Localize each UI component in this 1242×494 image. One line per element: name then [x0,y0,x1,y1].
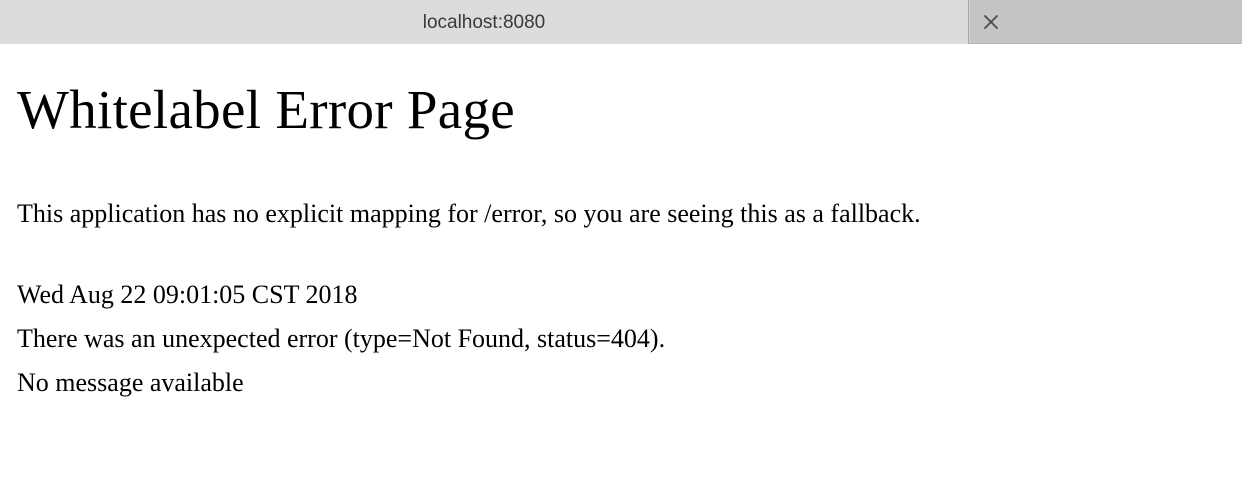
close-tab-button[interactable] [978,9,1004,35]
error-message: No message available [17,368,244,397]
tab-title: localhost:8080 [422,11,546,33]
page-title: Whitelabel Error Page [17,79,516,140]
page-content: Whitelabel Error Page This application h… [0,78,1242,405]
close-icon [984,15,998,29]
browser-tab-bar: localhost:8080 [0,0,1242,44]
tab-bar-empty-area[interactable] [970,0,1242,43]
error-details: Wed Aug 22 09:01:05 CST 2018 There was a… [17,273,1242,405]
browser-tab[interactable]: localhost:8080 [0,0,969,44]
fallback-message: This application has no explicit mapping… [17,199,921,228]
error-timestamp: Wed Aug 22 09:01:05 CST 2018 [17,280,358,309]
error-type-status: There was an unexpected error (type=Not … [17,324,666,353]
